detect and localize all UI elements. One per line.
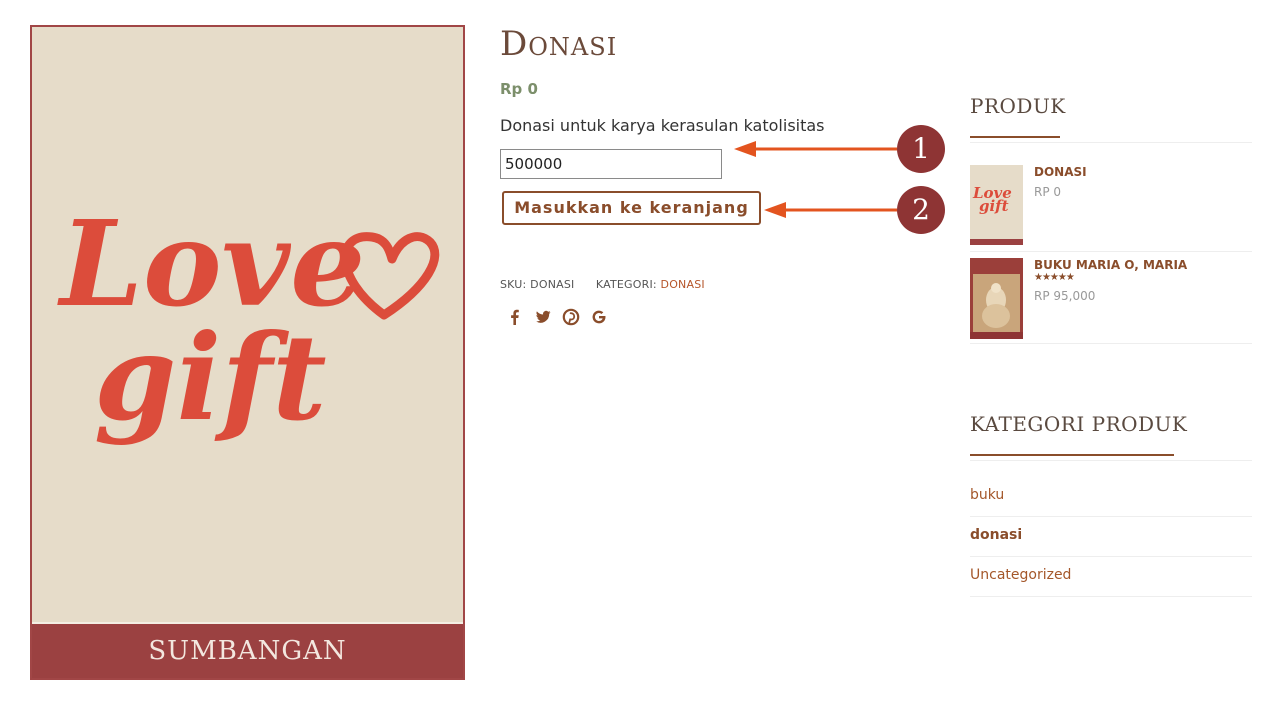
sku-label: SKU: xyxy=(500,278,527,291)
product-meta: SKU: DONASI KATEGORI: DONASI xyxy=(500,278,705,291)
love-gift-artwork: Love gift xyxy=(57,194,440,447)
sidebar-categories-title: KATEGORI PRODUK xyxy=(970,412,1188,436)
pinterest-icon[interactable] xyxy=(562,308,580,326)
sku-value: DONASI xyxy=(530,278,575,291)
google-icon[interactable] xyxy=(590,308,608,326)
sidebar-product-price: RP 95,000 xyxy=(1034,289,1096,303)
callout-badge-2: 2 xyxy=(897,186,945,234)
sidebar-product-name[interactable]: BUKU MARIA O, MARIA xyxy=(1034,258,1187,272)
artwork-line-gift: gift xyxy=(94,308,327,447)
arrow-head-button xyxy=(764,202,786,218)
sidebar-products-title: PRODUK xyxy=(970,94,1066,118)
arrow-head-input xyxy=(734,141,756,157)
product-description: Donasi untuk karya kerasulan katolisitas xyxy=(500,116,825,135)
sidebar-product-price: RP 0 xyxy=(1034,185,1062,199)
love-gift-thumbnail-art: Love gift xyxy=(972,184,1012,215)
donation-amount-input[interactable] xyxy=(500,149,722,179)
category-item-uncategorized[interactable]: Uncategorized xyxy=(970,567,1071,583)
sidebar-item-divider xyxy=(970,343,1252,344)
product-title: Donasi xyxy=(500,24,618,64)
category-divider xyxy=(970,556,1252,557)
share-icons xyxy=(506,308,608,326)
categories-title-underline xyxy=(970,454,1174,456)
book-cover-thumbnail-art xyxy=(970,258,1023,339)
product-price: Rp 0 xyxy=(500,80,538,98)
product-thumbnail[interactable]: Love gift xyxy=(970,165,1023,245)
sidebar-product-item[interactable]: Love gift DONASI RP 0 xyxy=(970,165,1252,247)
categories-title-divider xyxy=(970,460,1252,461)
image-footer-label: SUMBANGAN xyxy=(32,624,463,678)
twitter-icon[interactable] xyxy=(534,308,552,326)
category-divider xyxy=(970,516,1252,517)
category-link[interactable]: DONASI xyxy=(661,278,705,291)
products-title-underline xyxy=(970,136,1060,138)
add-to-cart-button[interactable]: Masukkan ke keranjang xyxy=(502,191,761,225)
product-thumbnail[interactable] xyxy=(970,258,1023,339)
sidebar-item-divider xyxy=(970,251,1252,252)
svg-text:gift: gift xyxy=(979,197,1009,215)
category-item-donasi[interactable]: donasi xyxy=(970,527,1022,543)
products-title-divider xyxy=(970,142,1252,143)
product-image[interactable]: Love gift SUMBANGAN xyxy=(30,25,465,680)
sidebar-product-item[interactable]: BUKU MARIA O, MARIA ★★★★★ RP 95,000 xyxy=(970,258,1252,340)
page: Love gift SUMBANGAN Donasi Rp 0 Donasi u… xyxy=(0,0,1280,706)
category-item-buku[interactable]: buku xyxy=(970,487,1004,503)
facebook-icon[interactable] xyxy=(506,308,524,326)
category-divider xyxy=(970,596,1252,597)
category-label: KATEGORI: xyxy=(595,278,657,291)
rating-stars: ★★★★★ xyxy=(1034,272,1075,283)
sidebar-product-name[interactable]: DONASI xyxy=(1034,165,1087,179)
callout-badge-1: 1 xyxy=(897,125,945,173)
